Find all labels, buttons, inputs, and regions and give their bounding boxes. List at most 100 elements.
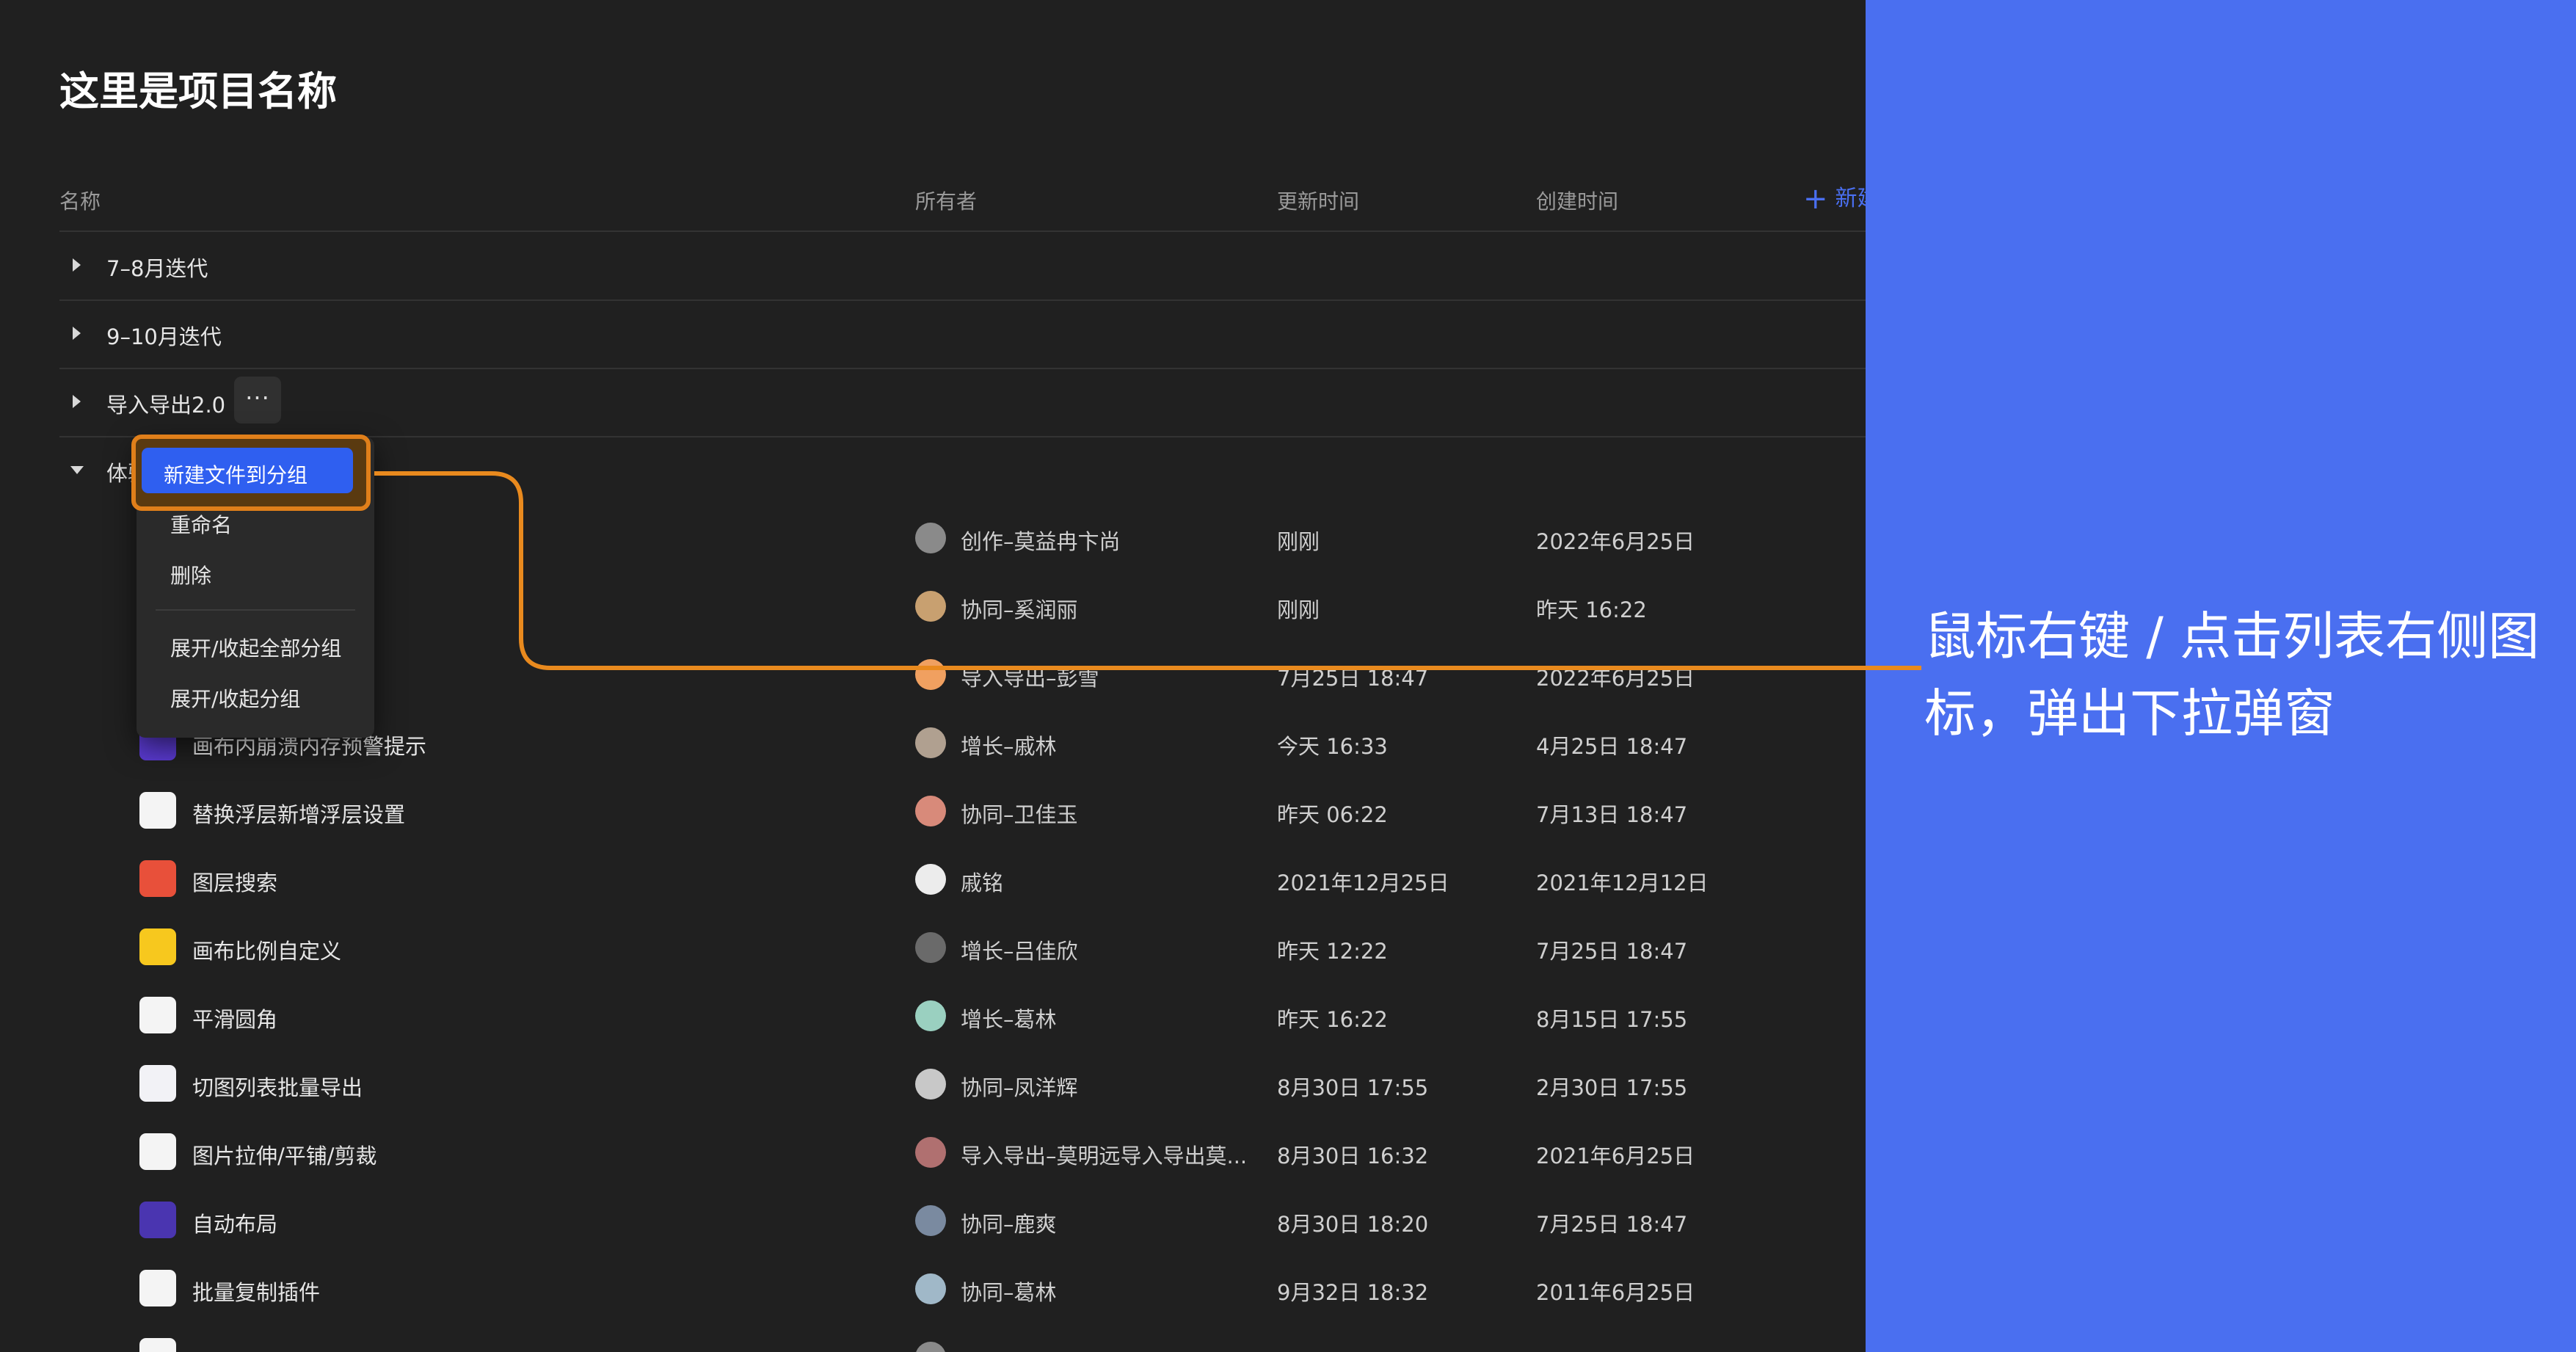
more-options-button[interactable]: ··· (234, 377, 281, 424)
column-header-name[interactable]: 名称 (59, 186, 101, 215)
created-time: 昨天 16:22 (1536, 597, 1647, 622)
table-row[interactable]: 自动布局 协同–鹿爽 8月30日 18:20 7月25日 18:47 (0, 1188, 1866, 1256)
updated-time: 7月25日 18:47 (1277, 666, 1429, 691)
file-list-app: 这里是项目名称 名称 所有者 更新时间 创建时间 + 新建 7–8月迭代 9–10… (0, 0, 1866, 1352)
avatar (915, 591, 946, 622)
file-name: 图层搜索 (192, 871, 278, 895)
file-name: 替换浮层新增浮层设置 (192, 802, 406, 827)
annotation-text: 鼠标右键 / 点击列表右侧图标，弹出下拉弹窗 (1924, 606, 2540, 744)
file-thumbnail-icon (139, 1270, 176, 1306)
caret-right-icon[interactable] (73, 327, 81, 340)
updated-time: 2021年12月25日 (1277, 871, 1449, 895)
created-time: 2021年6月25日 (1536, 1144, 1695, 1169)
file-thumbnail-icon (139, 997, 176, 1033)
table-row[interactable]: 图片拉伸/平铺/剪裁 导入导出–莫明远导入导出莫... 8月30日 16:32 … (0, 1119, 1866, 1188)
created-time: 2011年6月25日 (1536, 1280, 1695, 1305)
avatar (915, 1000, 946, 1031)
group-row[interactable]: 9–10月迭代 (59, 300, 1866, 369)
table-row[interactable]: 图层搜索 戚铭 2021年12月25日 2021年12月12日 (0, 846, 1866, 915)
menu-item-expand-collapse-group[interactable]: 展开/收起分组 (170, 683, 300, 713)
created-time: 4月25日 18:47 (1536, 734, 1688, 759)
menu-item-rename[interactable]: 重命名 (170, 509, 232, 539)
file-thumbnail-icon (139, 928, 176, 965)
plus-icon: + (1803, 182, 1828, 216)
menu-item-highlight: 新建文件到分组 (131, 435, 371, 511)
file-name: 自动布局 (192, 1212, 278, 1237)
new-button[interactable]: + 新建 (1803, 180, 1866, 216)
created-time: 8月15日 17:55 (1536, 1007, 1688, 1032)
owner-name: 协同–奚润丽 (961, 597, 1078, 622)
menu-divider (156, 609, 355, 611)
file-thumbnail-icon (139, 860, 176, 897)
owner-name: 创作–莫益冉卞尚 (961, 529, 1121, 554)
table-row[interactable]: 平滑圆角 增长–葛林 昨天 16:22 8月15日 17:55 (0, 983, 1866, 1051)
avatar (915, 1342, 946, 1352)
created-time: 7月25日 18:47 (1536, 939, 1688, 964)
avatar (915, 1273, 946, 1304)
column-header-owner[interactable]: 所有者 (915, 186, 977, 215)
avatar (915, 659, 946, 690)
avatar (915, 864, 946, 895)
group-label: 7–8月迭代 (106, 256, 208, 281)
created-time: 2022年6月25日 (1536, 666, 1695, 691)
updated-time: 今天 16:33 (1277, 734, 1388, 759)
created-time: 2月30日 17:55 (1536, 1075, 1688, 1100)
avatar (915, 1137, 946, 1168)
file-name: 画布比例自定义 (192, 939, 342, 964)
avatar (915, 523, 946, 553)
owner-name: 协同–葛林 (961, 1280, 1057, 1305)
file-name: 批量复制插件 (192, 1280, 321, 1305)
owner-name: 协同–凤洋辉 (961, 1075, 1078, 1100)
avatar (915, 932, 946, 963)
owner-name: 协同–卫佳玉 (961, 802, 1078, 827)
file-thumbnail-icon (139, 792, 176, 829)
updated-time: 8月30日 17:55 (1277, 1075, 1429, 1100)
table-row[interactable]: 替换浮层新增浮层设置 协同–卫佳玉 昨天 06:22 7月13日 18:47 (0, 778, 1866, 846)
table-row[interactable] (0, 1324, 1866, 1352)
updated-time: 8月30日 18:20 (1277, 1212, 1429, 1237)
created-time: 2021年12月12日 (1536, 871, 1709, 895)
created-time: 2022年6月25日 (1536, 529, 1695, 554)
avatar (915, 796, 946, 826)
file-name: 图片拉伸/平铺/剪裁 (192, 1144, 377, 1169)
owner-name: 戚铭 (961, 871, 1004, 895)
menu-item-delete[interactable]: 删除 (170, 560, 211, 589)
owner-name: 导入导出–莫明远导入导出莫... (961, 1144, 1248, 1169)
file-name: 切图列表批量导出 (192, 1075, 363, 1100)
menu-item-label: 新建文件到分组 (164, 463, 308, 487)
file-thumbnail-icon (139, 1065, 176, 1102)
table-row[interactable]: 画布比例自定义 增长–吕佳欣 昨天 12:22 7月25日 18:47 (0, 915, 1866, 983)
table-header: 名称 所有者 更新时间 创建时间 + 新建 (59, 176, 1866, 232)
file-name: 平滑圆角 (192, 1007, 278, 1032)
menu-item-new-file-to-group[interactable]: 新建文件到分组 (142, 448, 353, 493)
updated-time: 刚刚 (1277, 529, 1320, 554)
file-thumbnail-icon (139, 1202, 176, 1238)
column-header-updated[interactable]: 更新时间 (1277, 186, 1359, 215)
caret-right-icon[interactable] (73, 258, 81, 272)
table-row[interactable]: 批量复制插件 协同–葛林 9月32日 18:32 2011年6月25日 (0, 1256, 1866, 1324)
updated-time: 昨天 12:22 (1277, 939, 1388, 964)
context-menu: 新建文件到分组 重命名 删除 展开/收起全部分组 展开/收起分组 (131, 435, 374, 738)
created-time: 7月25日 18:47 (1536, 1212, 1688, 1237)
updated-time: 刚刚 (1277, 597, 1320, 622)
group-label: 9–10月迭代 (106, 324, 222, 349)
updated-time: 昨天 06:22 (1277, 802, 1388, 827)
menu-item-expand-collapse-all[interactable]: 展开/收起全部分组 (170, 633, 341, 662)
page-title: 这里是项目名称 (59, 68, 337, 115)
caret-down-icon[interactable] (70, 466, 84, 474)
updated-time: 9月32日 18:32 (1277, 1280, 1429, 1305)
file-thumbnail-icon (139, 1133, 176, 1170)
owner-name: 增长–葛林 (961, 1007, 1057, 1032)
table-row[interactable]: 切图列表批量导出 协同–凤洋辉 8月30日 17:55 2月30日 17:55 (0, 1051, 1866, 1119)
file-thumbnail-icon (139, 1338, 176, 1352)
group-row[interactable]: 导入导出2.0 ··· (59, 368, 1866, 437)
owner-name: 导入导出–彭雪 (961, 666, 1099, 691)
avatar (915, 1069, 946, 1100)
column-header-created[interactable]: 创建时间 (1536, 186, 1618, 215)
updated-time: 昨天 16:22 (1277, 1007, 1388, 1032)
group-row[interactable]: 7–8月迭代 (59, 232, 1866, 301)
group-label: 导入导出2.0 (106, 393, 226, 418)
caret-right-icon[interactable] (73, 395, 81, 408)
owner-name: 增长–戚林 (961, 734, 1057, 759)
avatar (915, 727, 946, 758)
